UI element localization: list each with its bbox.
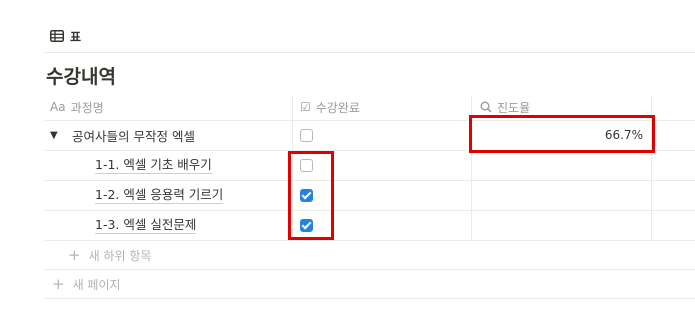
divider xyxy=(44,52,695,53)
add-page-label: 새 페이지 xyxy=(72,277,121,292)
table-icon xyxy=(50,30,64,42)
add-subitem-label: 새 하위 항목 xyxy=(88,248,152,263)
column-header-label: 수강완료 xyxy=(315,100,360,115)
row-name[interactable]: 공여사들의 무작정 엑셀 xyxy=(72,120,195,150)
column-header-label: 진도율 xyxy=(497,100,531,115)
database-title[interactable]: 수강내역 xyxy=(46,62,116,89)
sub-row-name[interactable]: 1-2. 엑셀 응용력 기르기 xyxy=(95,180,224,210)
row-divider xyxy=(44,298,695,299)
sub-row-name-text: 1-1. 엑셀 기초 배우기 xyxy=(95,156,212,174)
text-property-icon: Aa xyxy=(50,100,66,114)
plus-icon: + xyxy=(52,275,65,293)
checkbox-property-icon: ☑ xyxy=(300,100,311,114)
column-header-label: 과정명 xyxy=(70,100,104,115)
highlight-box-checkboxes xyxy=(288,151,334,240)
row-name-text: 공여사들의 무작정 엑셀 xyxy=(72,128,195,144)
search-formula-icon xyxy=(480,101,492,113)
column-header-name[interactable]: Aa 과정명 xyxy=(50,96,104,118)
highlight-box-progress xyxy=(469,115,655,153)
row-divider xyxy=(44,269,695,270)
view-label: 표 xyxy=(70,29,82,44)
add-page-button[interactable]: + 새 페이지 xyxy=(52,274,121,294)
view-tab-table[interactable]: 표 xyxy=(50,26,81,46)
row-divider xyxy=(44,240,695,241)
toggle-triangle-icon[interactable]: ▼ xyxy=(50,130,58,141)
sub-row-name-text: 1-3. 엑셀 실전문제 xyxy=(95,216,197,234)
plus-icon: + xyxy=(68,246,81,264)
sub-row-name-text: 1-2. 엑셀 응용력 기르기 xyxy=(95,186,224,204)
column-header-completed[interactable]: ☑ 수강완료 xyxy=(300,96,360,118)
completed-checkbox[interactable] xyxy=(300,129,313,142)
add-subitem-button[interactable]: + 새 하위 항목 xyxy=(68,245,151,265)
sub-row-name[interactable]: 1-3. 엑셀 실전문제 xyxy=(95,210,197,240)
sub-row-name[interactable]: 1-1. 엑셀 기초 배우기 xyxy=(95,150,212,180)
